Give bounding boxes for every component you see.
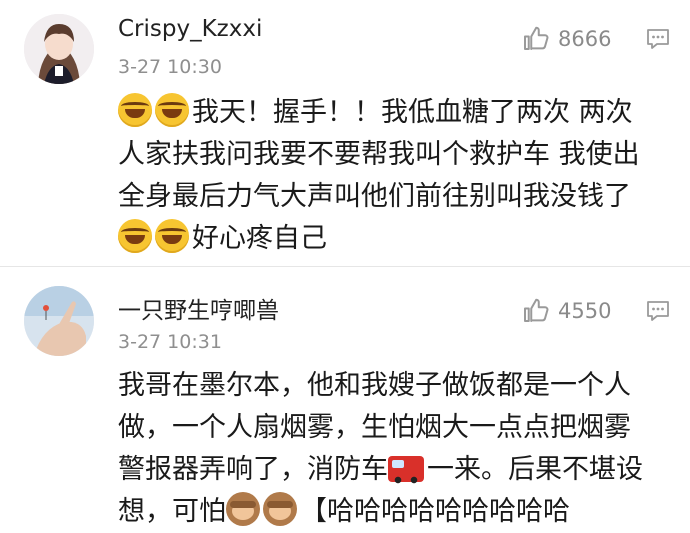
comment-item: 一只野生哼唧兽 3-27 10:31 4550 我哥在墨尔本，他和我嫂子做饭都是… [0,267,690,527]
comment-line-text: 我天！握手！！我低血糖了两次 两次 [192,97,633,128]
comment-icon[interactable] [645,27,671,51]
laugh-cry-emoji-icon [118,219,152,253]
comment-line-text: 【哈哈哈哈哈哈哈哈哈 [300,496,570,527]
like-count: 4550 [558,299,612,323]
avatar[interactable] [24,14,94,84]
comment-line: 人家扶我问我要不要帮我叫个救护车 我使出 [118,139,640,170]
timestamp: 3-27 10:30 [118,56,222,78]
comment-icon[interactable] [645,299,671,323]
avatar[interactable] [24,286,94,356]
username[interactable]: Crispy_Kzxxi [118,16,262,42]
thumbs-up-icon [524,298,549,322]
thumbs-up-icon [524,26,549,50]
see-no-evil-monkey-emoji-icon [263,492,297,526]
laugh-cry-emoji-icon [155,93,189,127]
like-button[interactable]: 8666 [520,24,611,54]
comment-line: 好心疼自己 [118,218,678,260]
comment-line-text: 想，可怕 [118,496,226,527]
avatar-hand-image [24,286,94,356]
username[interactable]: 一只野生哼唧兽 [118,291,279,325]
see-no-evil-monkey-emoji-icon [226,492,260,526]
comment-line: 警报器弄响了，消防车 一来。后果不堪设 [118,449,678,491]
comment-line: 我天！握手！！我低血糖了两次 两次 [118,92,678,134]
laugh-cry-emoji-icon [118,93,152,127]
like-button[interactable]: 4550 [520,296,611,326]
like-count: 8666 [558,27,612,51]
fire-engine-emoji-icon [388,456,424,484]
comment-line-text: 好心疼自己 [192,223,327,254]
comment-text: 我天！握手！！我低血糖了两次 两次 人家扶我问我要不要帮我叫个救护车 我使出 全… [118,92,678,260]
comment-text: 我哥在墨尔本，他和我嫂子做饭都是一个人 做，一个人扇烟雾，生怕烟大一点点把烟雾 … [118,365,678,533]
comment-line: 全身最后力气大声叫他们前往别叫我没钱了 [118,181,631,212]
avatar-girl-image [24,14,94,84]
comment-line: 做，一个人扇烟雾，生怕烟大一点点把烟雾 [118,412,631,443]
laugh-cry-emoji-icon [155,219,189,253]
comment-line: 我哥在墨尔本，他和我嫂子做饭都是一个人 [118,370,631,401]
comment-line-text: 一来。后果不堪设 [427,454,643,485]
timestamp: 3-27 10:31 [118,331,222,353]
comment-item: Crispy_Kzxxi 3-27 10:30 8666 我天！握手！！我低血糖… [0,0,690,266]
comment-line-text: 警报器弄响了，消防车 [118,454,388,485]
